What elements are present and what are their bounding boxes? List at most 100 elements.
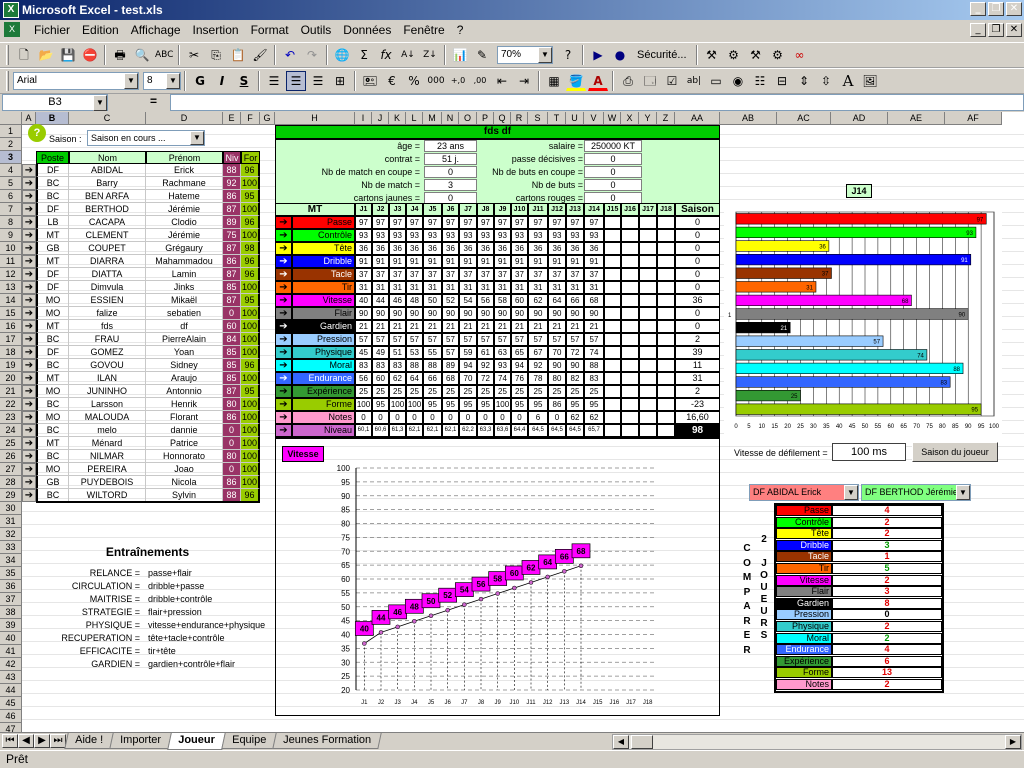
roster-for[interactable]: 100 [241, 398, 260, 411]
column-header[interactable]: AC [777, 112, 831, 125]
roster-prenom[interactable]: Clodio [146, 216, 223, 229]
row-header[interactable]: 43 [0, 671, 22, 684]
roster-nom[interactable]: BEN ARFA [69, 190, 146, 203]
row-arrow-icon[interactable]: ➔ [22, 216, 36, 229]
vba-editor-icon[interactable]: ⚒ [746, 45, 766, 65]
roster-nom[interactable]: FRAU [69, 333, 146, 346]
roster-prenom[interactable]: Patrice [146, 437, 223, 450]
roster-prenom[interactable]: Florant [146, 411, 223, 424]
stat-arrow-icon[interactable]: ➔ [275, 281, 292, 294]
roster-prenom[interactable]: sebatien [146, 307, 223, 320]
close-button[interactable]: ✕ [1006, 2, 1022, 16]
row-arrow-icon[interactable]: ➔ [22, 320, 36, 333]
increase-decimal-icon[interactable]: +,0 [448, 71, 468, 91]
redo-icon[interactable]: ↷ [302, 45, 322, 65]
scroll-bar-icon[interactable]: ⇳ [816, 71, 836, 91]
fill-color-icon[interactable]: 🪣 [566, 71, 586, 91]
row-header[interactable]: 38 [0, 606, 22, 619]
row-header[interactable]: 40 [0, 632, 22, 645]
align-left-icon[interactable]: ☰ [264, 71, 284, 91]
text-style-icon[interactable]: A [838, 71, 858, 91]
roster-prenom[interactable]: Jérémie [146, 203, 223, 216]
roster-nom[interactable]: NILMAR [69, 450, 146, 463]
roster-for[interactable]: 96 [241, 268, 260, 281]
column-header[interactable]: I [355, 112, 372, 125]
row-header[interactable]: 36 [0, 580, 22, 593]
roster-poste[interactable]: DF [36, 203, 69, 216]
combo-box-icon[interactable]: ⊟ [772, 71, 792, 91]
security-button[interactable]: Sécurité... [637, 49, 687, 61]
roster-poste[interactable]: DF [36, 281, 69, 294]
column-header[interactable]: W [604, 112, 621, 125]
row-header[interactable]: 42 [0, 658, 22, 671]
menu-item[interactable]: Insertion [187, 23, 245, 37]
roster-poste[interactable]: MO [36, 307, 69, 320]
hyperlink-icon[interactable]: 🌐 [332, 45, 352, 65]
column-header[interactable]: AE [888, 112, 945, 125]
increase-indent-icon[interactable]: ⇥ [514, 71, 534, 91]
row-header[interactable]: 41 [0, 645, 22, 658]
column-header[interactable]: Q [494, 112, 511, 125]
roster-prenom[interactable]: Rachmane [146, 177, 223, 190]
roster-for[interactable]: 100 [241, 463, 260, 476]
compare-player2-select[interactable]: DF BERTHOD Jérémie ▼ [861, 484, 971, 501]
roster-poste[interactable]: MO [36, 385, 69, 398]
stat-arrow-icon[interactable]: ➔ [275, 268, 292, 281]
row-arrow-icon[interactable]: ➔ [22, 437, 36, 450]
roster-niv[interactable]: 89 [223, 216, 241, 229]
formula-input[interactable] [170, 94, 1024, 111]
roster-niv[interactable]: 0 [223, 424, 241, 437]
forms-icon[interactable]: ⎙ [618, 71, 638, 91]
row-header[interactable]: 44 [0, 684, 22, 697]
column-header[interactable]: B [36, 112, 69, 125]
roster-poste[interactable]: BC [36, 359, 69, 372]
roster-for[interactable]: 100 [241, 320, 260, 333]
cut-icon[interactable]: ✂ [184, 45, 204, 65]
column-header[interactable]: R [511, 112, 528, 125]
roster-nom[interactable]: BERTHOD [69, 203, 146, 216]
row-arrow-icon[interactable]: ➔ [22, 164, 36, 177]
row-header[interactable]: 22 [0, 398, 22, 411]
roster-niv[interactable]: 87 [223, 294, 241, 307]
column-header[interactable]: Y [639, 112, 657, 125]
roster-prenom[interactable]: Lamin [146, 268, 223, 281]
roster-prenom[interactable]: Jinks [146, 281, 223, 294]
row-header[interactable]: 14 [0, 294, 22, 307]
roster-prenom[interactable]: Sidney [146, 359, 223, 372]
column-header[interactable]: F [241, 112, 260, 125]
menu-item[interactable]: Fenêtre [397, 23, 450, 37]
row-arrow-icon[interactable]: ➔ [22, 255, 36, 268]
roster-prenom[interactable]: Honnorato [146, 450, 223, 463]
image-icon[interactable]: 🖼 [860, 71, 880, 91]
row-header[interactable]: 47 [0, 723, 22, 732]
align-center-icon[interactable]: ☰ [286, 71, 306, 91]
row-header[interactable]: 10 [0, 242, 22, 255]
row-arrow-icon[interactable]: ➔ [22, 177, 36, 190]
column-header[interactable]: E [223, 112, 241, 125]
row-header[interactable]: 23 [0, 411, 22, 424]
row-header[interactable]: 45 [0, 697, 22, 710]
roster-for[interactable]: 96 [241, 255, 260, 268]
roster-for[interactable]: 95 [241, 294, 260, 307]
row-header[interactable]: 28 [0, 476, 22, 489]
roster-for[interactable]: 96 [241, 216, 260, 229]
roster-poste[interactable]: MO [36, 463, 69, 476]
roster-niv[interactable]: 87 [223, 203, 241, 216]
column-header[interactable]: D [146, 112, 223, 125]
roster-for[interactable]: 100 [241, 307, 260, 320]
sort-descending-icon[interactable]: Z↓ [420, 45, 440, 65]
stat-arrow-icon[interactable]: ➔ [275, 242, 292, 255]
roster-poste[interactable]: BC [36, 398, 69, 411]
menu-item[interactable]: Données [337, 23, 397, 37]
roster-for[interactable]: 100 [241, 411, 260, 424]
row-arrow-icon[interactable]: ➔ [22, 476, 36, 489]
row-arrow-icon[interactable]: ➔ [22, 268, 36, 281]
roster-nom[interactable]: CLEMENT [69, 229, 146, 242]
info-value[interactable]: 23 ans [424, 140, 477, 152]
underline-icon[interactable]: S [234, 71, 254, 91]
row-header[interactable]: 15 [0, 307, 22, 320]
menu-item[interactable]: Outils [295, 23, 338, 37]
italic-icon[interactable]: I [212, 71, 232, 91]
row-arrow-icon[interactable]: ➔ [22, 281, 36, 294]
stat-arrow-icon[interactable]: ➔ [275, 229, 292, 242]
